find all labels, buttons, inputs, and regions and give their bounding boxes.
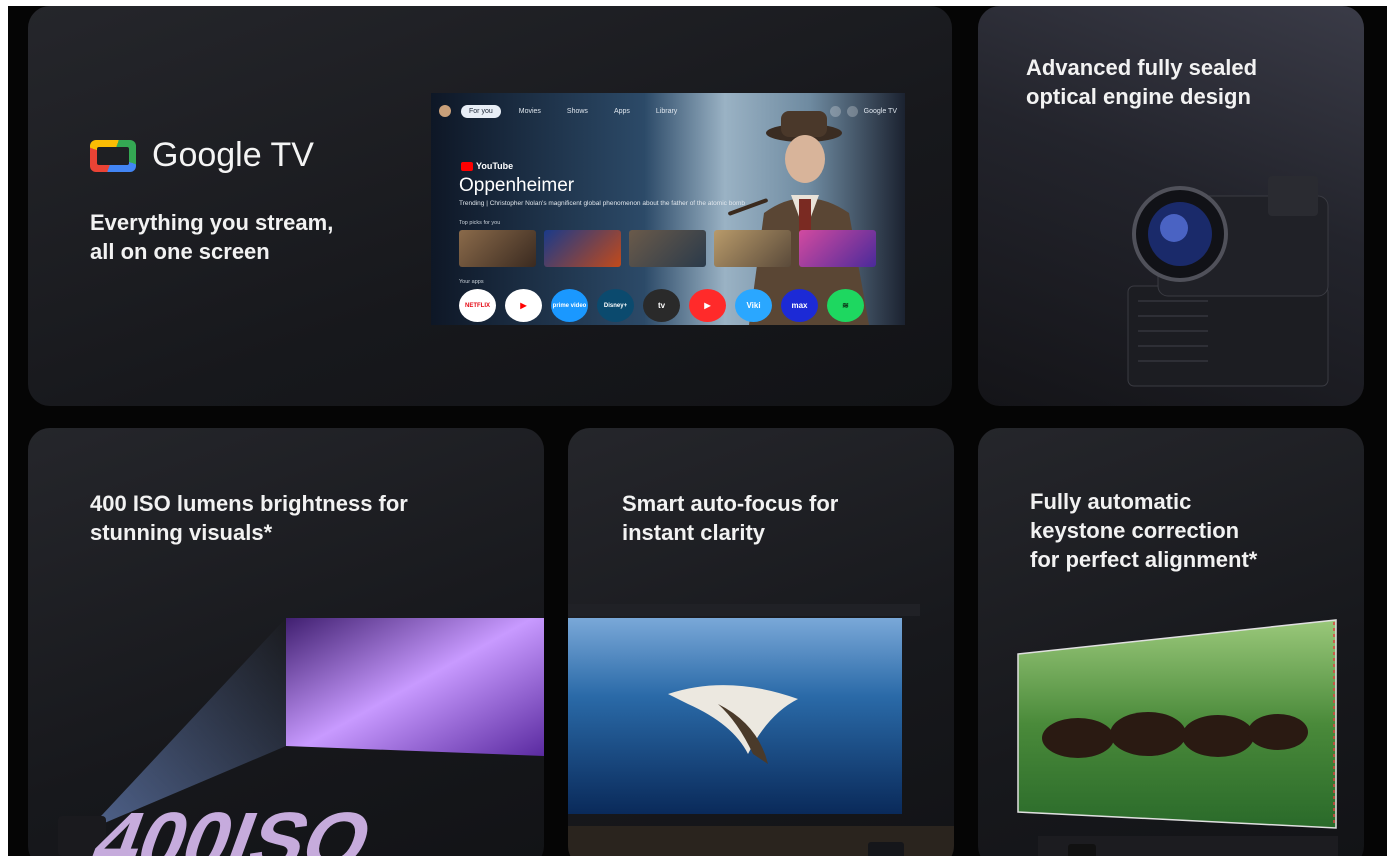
tv-thumbnail[interactable]: [459, 230, 536, 267]
tv-tab-apps[interactable]: Apps: [606, 105, 638, 118]
google-tv-icon: [90, 139, 136, 172]
search-icon[interactable]: [829, 105, 841, 117]
tv-tab-library[interactable]: Library: [648, 105, 685, 118]
google-tv-card: Google TV Everything you stream, all on …: [28, 6, 952, 406]
netflix-app-icon[interactable]: NETFLIX: [459, 289, 496, 322]
optical-engine-heading: Advanced fully sealed optical engine des…: [1026, 55, 1258, 109]
youtube-icon: [461, 161, 473, 171]
tv-tab-shows[interactable]: Shows: [559, 105, 596, 118]
tv-top-bar: For you Movies Shows Apps Library Google…: [439, 101, 897, 121]
feature-grid: Google TV Everything you stream, all on …: [8, 6, 1387, 856]
tv-profile-avatar[interactable]: [439, 105, 451, 117]
tv-screen-mockup: For you Movies Shows Apps Library Google…: [431, 93, 905, 325]
optical-engine-card: Advanced fully sealed optical engine des…: [978, 6, 1364, 406]
google-tv-logo-text: Google TV: [152, 136, 314, 174]
brightness-card: 400 ISO lumens brightness for stunning v…: [28, 428, 544, 856]
tv-your-apps-label: Your apps: [459, 279, 484, 285]
keystone-heading: Fully automatic keystone correction for …: [1030, 489, 1258, 572]
tv-thumbnail[interactable]: [714, 230, 791, 267]
keystone-card: Fully automatic keystone correction for …: [978, 428, 1364, 856]
brightness-scene-image: 400ISO: [58, 618, 544, 856]
tv-top-picks-row: [459, 230, 876, 267]
tv-apps-row: NETFLIX ▶ prime video Disney+ tv ▶ Viki …: [459, 289, 864, 322]
tv-tab-movies[interactable]: Movies: [511, 105, 549, 118]
autofocus-scene-image: [568, 604, 954, 856]
brightness-heading: 400 ISO lumens brightness for stunning v…: [90, 491, 408, 545]
tv-featured-subtitle: Trending | Christopher Nolan's magnifice…: [459, 200, 745, 207]
optical-engine-image: [1127, 176, 1329, 387]
youtube-music-app-icon[interactable]: ▶: [689, 289, 726, 322]
prime-video-app-icon[interactable]: prime video: [551, 289, 588, 322]
tv-featured-title: Oppenheimer: [459, 175, 575, 196]
spotify-app-icon[interactable]: ≋: [827, 289, 864, 322]
tv-thumbnail[interactable]: [544, 230, 621, 267]
tv-brand-label: Google TV: [863, 107, 897, 115]
disney-plus-app-icon[interactable]: Disney+: [597, 289, 634, 322]
tv-top-picks-label: Top picks for you: [459, 220, 501, 226]
keystone-scene-image: [1017, 619, 1338, 856]
tv-thumbnail[interactable]: [629, 230, 706, 267]
autofocus-heading: Smart auto-focus for instant clarity: [622, 491, 839, 545]
tv-source-label: YouTube: [476, 161, 514, 171]
tv-thumbnail[interactable]: [799, 230, 876, 267]
viki-app-icon[interactable]: Viki: [735, 289, 772, 322]
autofocus-card: Smart auto-focus for instant clarity: [568, 428, 954, 856]
settings-icon[interactable]: [846, 105, 858, 117]
max-app-icon[interactable]: max: [781, 289, 818, 322]
google-tv-heading: Everything you stream, all on one screen: [90, 210, 334, 264]
brightness-floor-text: 400ISO: [81, 795, 385, 856]
youtube-app-icon[interactable]: ▶: [505, 289, 542, 322]
apple-tv-app-icon[interactable]: tv: [643, 289, 680, 322]
tv-source: YouTube: [461, 161, 513, 171]
tv-top-right: Google TV: [829, 105, 897, 117]
google-tv-logo: Google TV: [90, 136, 314, 175]
tv-tab-for-you[interactable]: For you: [461, 104, 501, 118]
